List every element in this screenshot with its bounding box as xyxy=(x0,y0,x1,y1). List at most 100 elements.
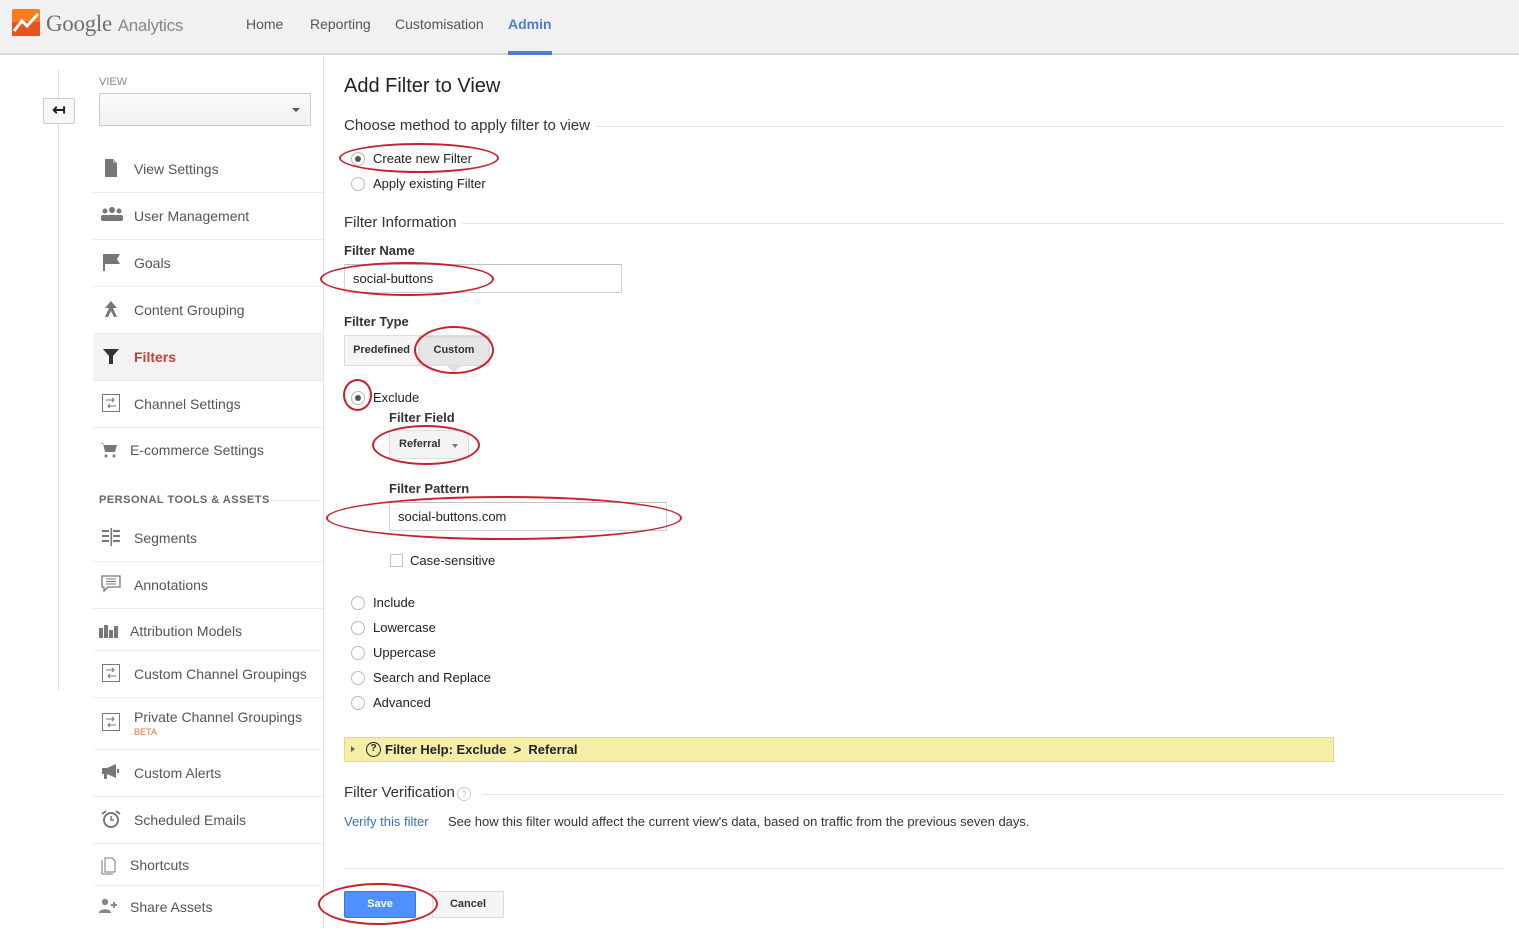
page-title: Add Filter to View xyxy=(344,75,501,97)
method-legend: Choose method to apply filter to view xyxy=(344,117,590,134)
sidebar-item-label: Content Grouping xyxy=(134,302,245,318)
speech-bubble-icon xyxy=(101,575,121,595)
brand-product: Analytics xyxy=(117,16,184,35)
sidebar-item-private-channel-groupings[interactable]: Private Channel Groupings BETA xyxy=(93,698,323,750)
filter-type-label: Filter Type xyxy=(344,314,409,329)
filter-field-dropdown[interactable]: Referral xyxy=(389,430,469,459)
help-question-icon: ? xyxy=(366,742,381,757)
uppercase-label[interactable]: Uppercase xyxy=(373,645,436,660)
section-header-personal-tools: PERSONAL TOOLS & ASSETS xyxy=(99,494,270,506)
nav-customisation[interactable]: Customisation xyxy=(395,0,484,53)
create-new-filter-radio[interactable] xyxy=(351,152,365,166)
flag-icon xyxy=(101,253,121,273)
document-icon xyxy=(101,159,121,179)
segments-icon xyxy=(101,528,121,548)
beta-badge: BETA xyxy=(134,727,157,737)
nav-admin[interactable]: Admin xyxy=(508,0,552,55)
create-new-filter-label[interactable]: Create new Filter xyxy=(373,151,472,166)
legend-divider xyxy=(462,223,1504,224)
channel-icon xyxy=(101,664,121,684)
merge-icon xyxy=(101,300,121,320)
sidebar-item-ecommerce-settings[interactable]: E-commerce Settings xyxy=(93,428,323,475)
sidebar-item-content-grouping[interactable]: Content Grouping xyxy=(93,287,323,334)
sidebar-item-label: Annotations xyxy=(134,577,208,593)
exclude-label[interactable]: Exclude xyxy=(373,390,419,405)
filter-type-custom-tab[interactable]: Custom xyxy=(418,335,490,366)
save-button[interactable]: Save xyxy=(344,891,416,918)
sidebar-item-channel-settings[interactable]: Channel Settings xyxy=(93,381,323,428)
sidebar-item-label: Share Assets xyxy=(130,899,213,915)
view-select[interactable] xyxy=(99,93,311,126)
nav-reporting[interactable]: Reporting xyxy=(310,0,371,53)
help-question-icon[interactable]: ? xyxy=(457,787,471,801)
advanced-radio[interactable] xyxy=(351,696,365,710)
sidebar-item-filters[interactable]: Filters xyxy=(93,334,323,381)
sidebar-item-label: Custom Alerts xyxy=(134,765,222,781)
filter-verification-legend: Filter Verification xyxy=(344,784,455,801)
sidebar-item-label: Goals xyxy=(134,255,171,271)
sidebar-item-shortcuts[interactable]: Shortcuts xyxy=(93,844,323,886)
channel-icon xyxy=(101,713,121,733)
filter-information-legend: Filter Information xyxy=(344,214,457,231)
back-button[interactable]: ↤ xyxy=(43,98,75,124)
filter-field-value: Referral xyxy=(399,438,441,450)
case-sensitive-checkbox[interactable] xyxy=(390,554,403,567)
sidebar-item-custom-alerts[interactable]: Custom Alerts xyxy=(93,750,323,797)
sidebar-item-view-settings[interactable]: View Settings xyxy=(93,146,323,193)
sidebar-item-goals[interactable]: Goals xyxy=(93,240,323,287)
sidebar-item-scheduled-emails[interactable]: Scheduled Emails xyxy=(93,797,323,844)
megaphone-icon xyxy=(101,763,121,783)
verify-description: See how this filter would affect the cur… xyxy=(448,814,1030,829)
brand-name[interactable]: Google Analytics xyxy=(46,11,183,37)
left-rail-line xyxy=(58,70,59,690)
include-radio[interactable] xyxy=(351,596,365,610)
sidebar-item-user-management[interactable]: User Management xyxy=(93,193,323,240)
cancel-button[interactable]: Cancel xyxy=(432,891,504,918)
chevron-down-icon xyxy=(452,444,458,448)
lowercase-radio[interactable] xyxy=(351,621,365,635)
filter-pattern-label: Filter Pattern xyxy=(389,481,470,496)
search-and-replace-label[interactable]: Search and Replace xyxy=(373,670,491,685)
legend-divider xyxy=(596,126,1504,127)
sidebar-item-label: Segments xyxy=(134,530,198,546)
channel-icon xyxy=(101,394,121,414)
lowercase-label[interactable]: Lowercase xyxy=(373,620,436,635)
tab-pointer xyxy=(447,366,461,373)
brand-google: Google xyxy=(46,11,112,36)
google-analytics-logo-icon[interactable] xyxy=(12,9,40,36)
cart-icon xyxy=(99,441,119,461)
section-divider xyxy=(270,500,320,501)
apply-existing-filter-label[interactable]: Apply existing Filter xyxy=(373,176,486,191)
sidebar-item-label: View Settings xyxy=(134,161,219,177)
include-label[interactable]: Include xyxy=(373,595,415,610)
sidebar-item-attribution-models[interactable]: Attribution Models xyxy=(93,609,323,651)
uppercase-radio[interactable] xyxy=(351,646,365,660)
sidebar-item-label: E-commerce Settings xyxy=(130,442,264,458)
advanced-label[interactable]: Advanced xyxy=(373,695,431,710)
filter-help-bar[interactable]: ? Filter Help: Exclude > Referral xyxy=(344,737,1334,762)
exclude-radio[interactable] xyxy=(351,391,365,405)
sidebar-item-share-assets[interactable]: Share Assets xyxy=(93,886,323,933)
apply-existing-filter-radio[interactable] xyxy=(351,177,365,191)
filter-field-label: Filter Field xyxy=(389,410,455,425)
sidebar-item-segments[interactable]: Segments xyxy=(93,515,323,562)
sidebar-item-label: Filters xyxy=(134,349,177,365)
add-user-icon xyxy=(99,898,119,918)
sidebar-item-annotations[interactable]: Annotations xyxy=(93,562,323,609)
filter-help-text: Filter Help: Exclude > Referral xyxy=(385,742,578,757)
sidebar-item-custom-channel-groupings[interactable]: Custom Channel Groupings xyxy=(93,651,323,698)
legend-divider xyxy=(482,794,1504,795)
alarm-clock-icon xyxy=(101,810,121,830)
expand-triangle-icon xyxy=(351,746,355,752)
chevron-down-icon xyxy=(292,108,300,112)
filter-name-input[interactable] xyxy=(344,264,622,293)
nav-home[interactable]: Home xyxy=(246,0,283,53)
filter-name-label: Filter Name xyxy=(344,243,415,258)
filter-type-predefined-tab[interactable]: Predefined xyxy=(344,335,419,366)
sidebar-item-label: Custom Channel Groupings xyxy=(134,666,307,682)
search-and-replace-radio[interactable] xyxy=(351,671,365,685)
form-footer-divider xyxy=(344,868,1504,869)
case-sensitive-label[interactable]: Case-sensitive xyxy=(410,553,495,568)
verify-filter-link[interactable]: Verify this filter xyxy=(344,814,429,829)
filter-pattern-input[interactable] xyxy=(389,502,667,531)
